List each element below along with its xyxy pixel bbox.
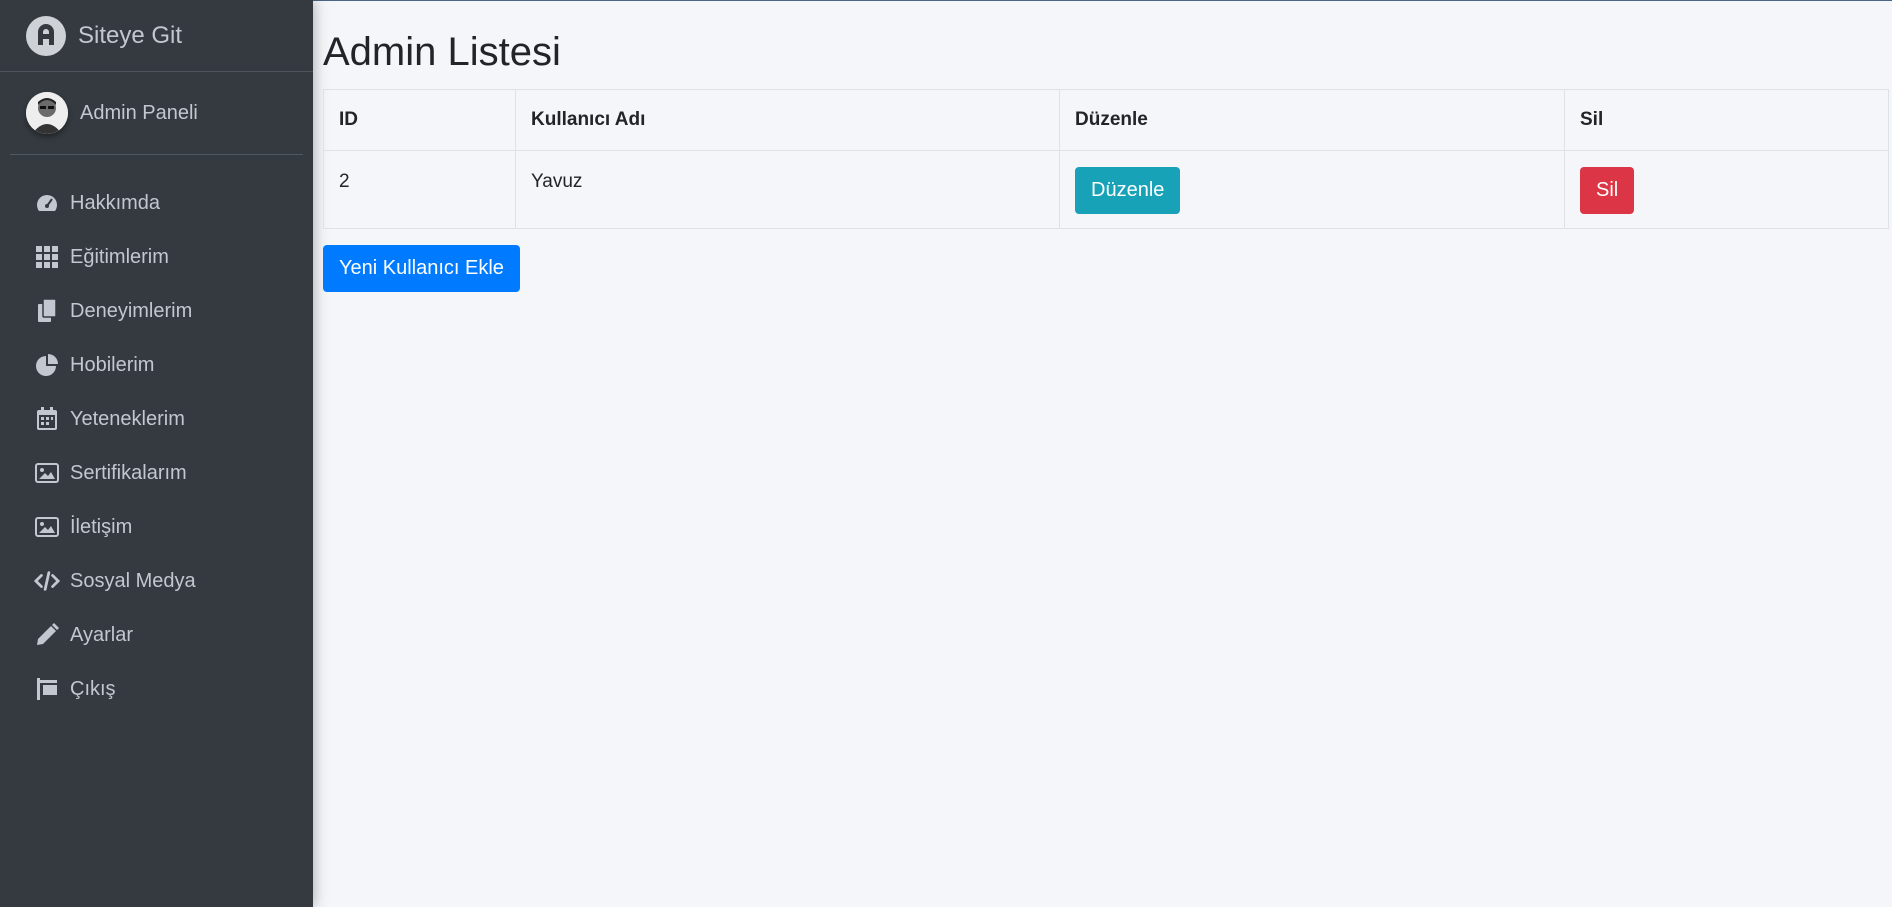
user-panel[interactable]: Admin Paneli: [10, 72, 303, 155]
sidebar-item-label: Sosyal Medya: [70, 569, 196, 592]
edit-button[interactable]: Düzenle: [1075, 167, 1181, 214]
grid-icon: [34, 244, 60, 270]
sidebar: Siteye Git Admin Paneli Hakkımda Eğitiml…: [0, 0, 313, 907]
sign-icon: [34, 676, 60, 702]
sidebar-item-ayarlar[interactable]: Ayarlar: [8, 608, 305, 662]
column-header-edit: Düzenle: [1059, 89, 1565, 151]
table-row: 2 Yavuz Düzenle Sil: [323, 150, 1889, 229]
user-name[interactable]: Admin Paneli: [80, 102, 198, 125]
table-header-row: ID Kullanıcı Adı Düzenle Sil: [323, 89, 1889, 151]
image-icon: [34, 460, 60, 486]
brand-text: Siteye Git: [78, 21, 183, 49]
image-icon: [34, 514, 60, 540]
cell-edit: Düzenle: [1059, 150, 1565, 229]
sidebar-item-label: Eğitimlerim: [70, 245, 169, 268]
sidebar-item-label: Ayarlar: [70, 623, 133, 646]
avatar: [26, 92, 68, 134]
dashboard-icon: [34, 190, 60, 216]
admin-table: ID Kullanıcı Adı Düzenle Sil 2 Yavuz Düz…: [323, 89, 1889, 229]
sidebar-nav: Hakkımda Eğitimlerim Deneyimlerim Hobile…: [0, 176, 313, 716]
sidebar-item-label: Deneyimlerim: [70, 299, 193, 322]
column-header-delete: Sil: [1564, 89, 1889, 151]
cell-username: Yavuz: [515, 150, 1060, 229]
sidebar-item-cikis[interactable]: Çıkış: [8, 662, 305, 716]
calendar-icon: [34, 406, 60, 432]
add-user-button[interactable]: Yeni Kullanıcı Ekle: [323, 245, 520, 292]
column-header-id: ID: [323, 89, 516, 151]
cell-delete: Sil: [1564, 150, 1889, 229]
sidebar-item-egitimlerim[interactable]: Eğitimlerim: [8, 230, 305, 284]
sidebar-item-label: Sertifikalarım: [70, 461, 187, 484]
sidebar-item-yeteneklerim[interactable]: Yeteneklerim: [8, 392, 305, 446]
column-header-username: Kullanıcı Adı: [515, 89, 1060, 151]
sidebar-item-iletisim[interactable]: İletişim: [8, 500, 305, 554]
sidebar-item-sosyal-medya[interactable]: Sosyal Medya: [8, 554, 305, 608]
sidebar-item-label: Yeteneklerim: [70, 407, 185, 430]
sidebar-item-deneyimlerim[interactable]: Deneyimlerim: [8, 284, 305, 338]
brand-logo-icon: [26, 15, 66, 56]
main-content: Admin Listesi ID Kullanıcı Adı Düzenle S…: [313, 0, 1892, 907]
cell-id: 2: [323, 150, 516, 229]
brand-link[interactable]: Siteye Git: [0, 0, 313, 72]
copy-icon: [34, 298, 60, 324]
sidebar-item-hakkimda[interactable]: Hakkımda: [8, 176, 305, 230]
sidebar-item-label: Çıkış: [70, 677, 116, 700]
sidebar-item-label: İletişim: [70, 515, 133, 538]
delete-button[interactable]: Sil: [1580, 167, 1635, 214]
code-icon: [34, 568, 60, 594]
sidebar-item-hobilerim[interactable]: Hobilerim: [8, 338, 305, 392]
sidebar-item-label: Hobilerim: [70, 353, 155, 376]
pie-chart-icon: [34, 352, 60, 378]
sidebar-item-sertifikalarim[interactable]: Sertifikalarım: [8, 446, 305, 500]
page-title: Admin Listesi: [323, 30, 561, 74]
pencil-icon: [34, 622, 60, 648]
sidebar-item-label: Hakkımda: [70, 191, 161, 214]
